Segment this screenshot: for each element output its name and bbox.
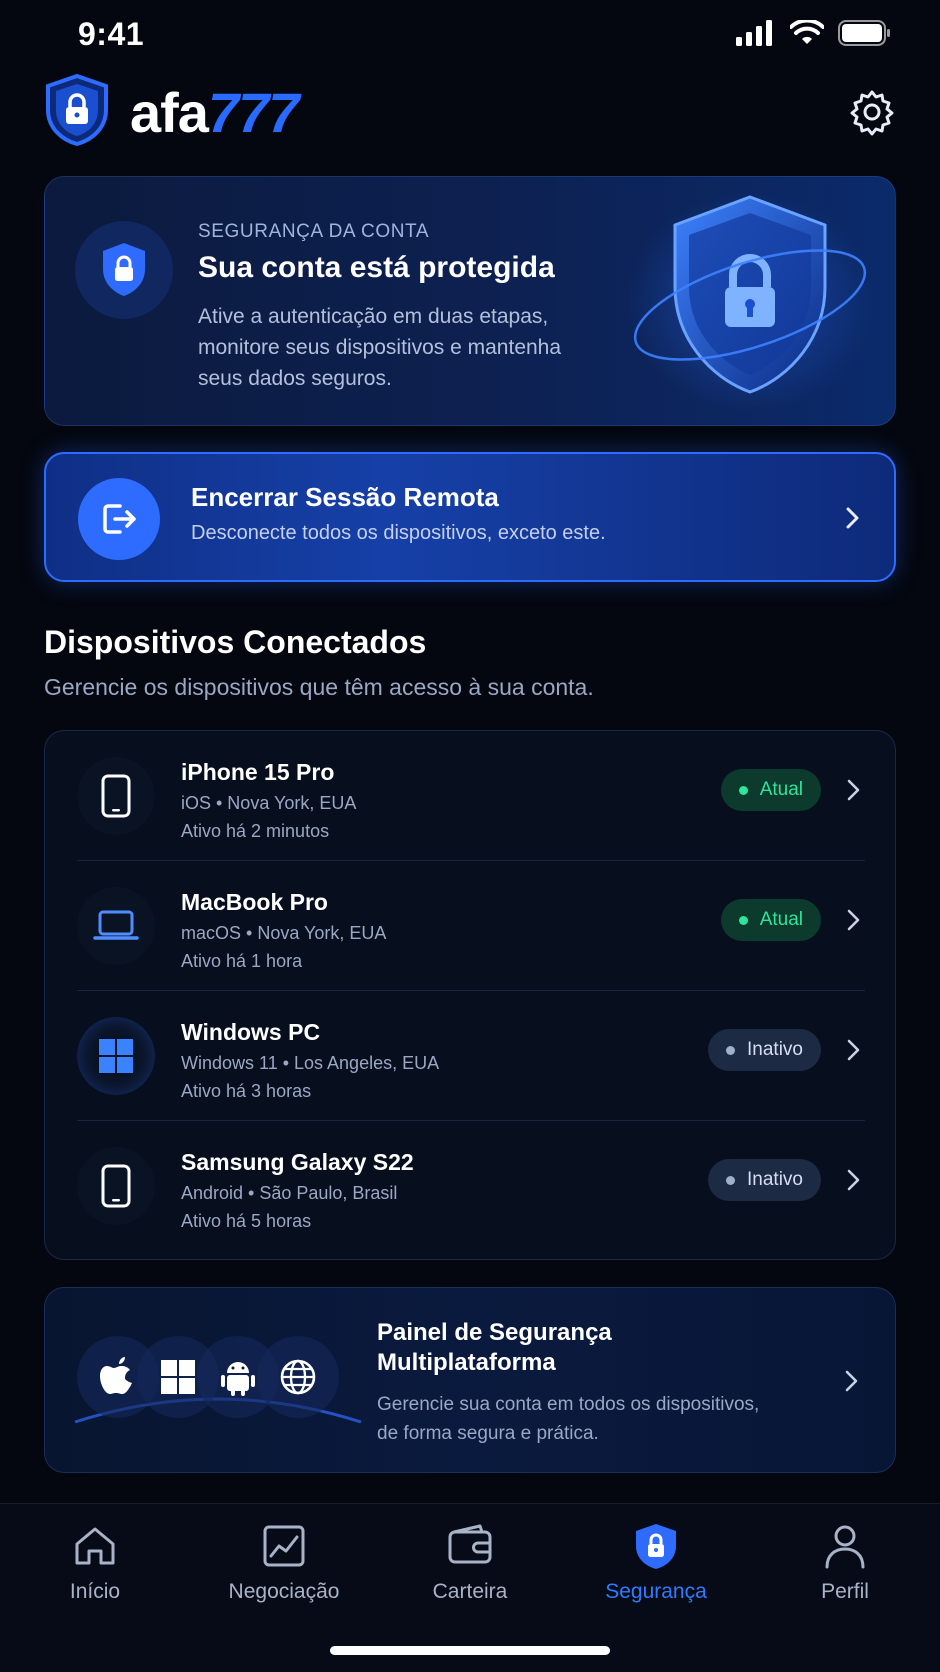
end-remote-session-button[interactable]: Encerrar Sessão Remota Desconecte todos … — [44, 452, 896, 582]
device-row[interactable]: iPhone 15 Pro iOS • Nova York, EUA Ativo… — [45, 731, 897, 861]
home-icon — [75, 1527, 115, 1565]
tab-seguranca[interactable]: Segurança — [571, 1522, 741, 1622]
phone-icon — [77, 757, 155, 835]
status-badge: Atual — [720, 769, 821, 811]
chart-icon — [263, 1525, 305, 1567]
signal-icon — [736, 20, 772, 46]
device-last-active: Ativo há 5 horas — [181, 1211, 312, 1231]
device-name: iPhone 15 Pro — [181, 759, 335, 785]
wifi-icon — [790, 20, 824, 44]
remote-session-title: Encerrar Sessão Remota — [191, 482, 499, 512]
battery-icon — [838, 20, 890, 46]
multiplatform-description: Gerencie sua conta em todos os dispositi… — [377, 1394, 760, 1444]
multiplatform-title: Painel de Segurança Multiplataforma — [377, 1319, 612, 1376]
status-badge: Inativo — [708, 1029, 821, 1071]
remote-session-subtitle: Desconecte todos os dispositivos, exceto… — [191, 522, 606, 544]
device-row[interactable]: Windows PC Windows 11 • Los Angeles, EUA… — [45, 991, 897, 1121]
status-bar: 9:41 — [0, 0, 940, 70]
logout-icon — [78, 478, 160, 560]
tab-perfil[interactable]: Perfil — [760, 1522, 930, 1622]
status-badge: Inativo — [708, 1159, 821, 1201]
multiplatform-security-card[interactable]: Painel de Segurança Multiplataforma Gere… — [44, 1287, 896, 1473]
windows-icon — [77, 1017, 155, 1095]
device-row[interactable]: Samsung Galaxy S22 Android • São Paulo, … — [45, 1121, 897, 1251]
device-meta: iOS • Nova York, EUA — [181, 793, 357, 813]
chevron-right-icon — [847, 1039, 860, 1061]
tab-inicio[interactable]: Início — [10, 1522, 180, 1622]
device-last-active: Ativo há 1 hora — [181, 951, 303, 971]
app-header: afa777 — [44, 74, 896, 150]
device-last-active: Ativo há 2 minutos — [181, 821, 330, 841]
section-title: Dispositivos Conectados — [44, 624, 427, 660]
chevron-right-icon — [846, 507, 859, 529]
shield-lock-icon — [636, 1524, 676, 1569]
chevron-right-icon — [847, 1169, 860, 1191]
laptop-icon — [77, 887, 155, 965]
home-indicator — [330, 1646, 610, 1655]
settings-gear-icon[interactable] — [848, 88, 896, 136]
device-name: Samsung Galaxy S22 — [181, 1149, 414, 1175]
tab-carteira[interactable]: Carteira — [385, 1522, 555, 1622]
tab-negociacao[interactable]: Negociação — [199, 1522, 369, 1622]
phone-icon — [77, 1147, 155, 1225]
chevron-right-icon — [845, 1370, 858, 1392]
brand-logo: afa777 — [130, 81, 299, 144]
platform-icons — [73, 1324, 363, 1444]
globe-icon — [257, 1336, 339, 1418]
shield-lock-icon — [75, 221, 173, 319]
device-last-active: Ativo há 3 horas — [181, 1081, 312, 1101]
device-meta: Windows 11 • Los Angeles, EUA — [181, 1053, 440, 1073]
section-subtitle: Gerencie os dispositivos que têm acesso … — [44, 674, 594, 700]
device-list: iPhone 15 Pro iOS • Nova York, EUA Ativo… — [44, 730, 896, 1260]
hero-description: Ative a autenticação em duas etapas, mon… — [198, 305, 562, 390]
device-meta: macOS • Nova York, EUA — [181, 923, 387, 943]
hero-title: Sua conta está protegida — [198, 251, 555, 284]
hero-eyebrow: SEGURANÇA DA CONTA — [198, 221, 430, 242]
device-row[interactable]: MacBook Pro macOS • Nova York, EUA Ativo… — [45, 861, 897, 991]
device-name: MacBook Pro — [181, 889, 328, 915]
status-time: 9:41 — [78, 16, 145, 52]
wallet-icon — [448, 1524, 492, 1564]
chevron-right-icon — [847, 909, 860, 931]
status-badge: Atual — [720, 899, 821, 941]
user-icon — [825, 1525, 865, 1569]
device-name: Windows PC — [181, 1019, 321, 1045]
shield-lock-illustration-icon — [625, 192, 875, 412]
logo-shield-icon — [46, 74, 108, 146]
chevron-right-icon — [847, 779, 860, 801]
device-meta: Android • São Paulo, Brasil — [181, 1183, 398, 1203]
account-security-card: SEGURANÇA DA CONTA Sua conta está proteg… — [44, 176, 896, 426]
